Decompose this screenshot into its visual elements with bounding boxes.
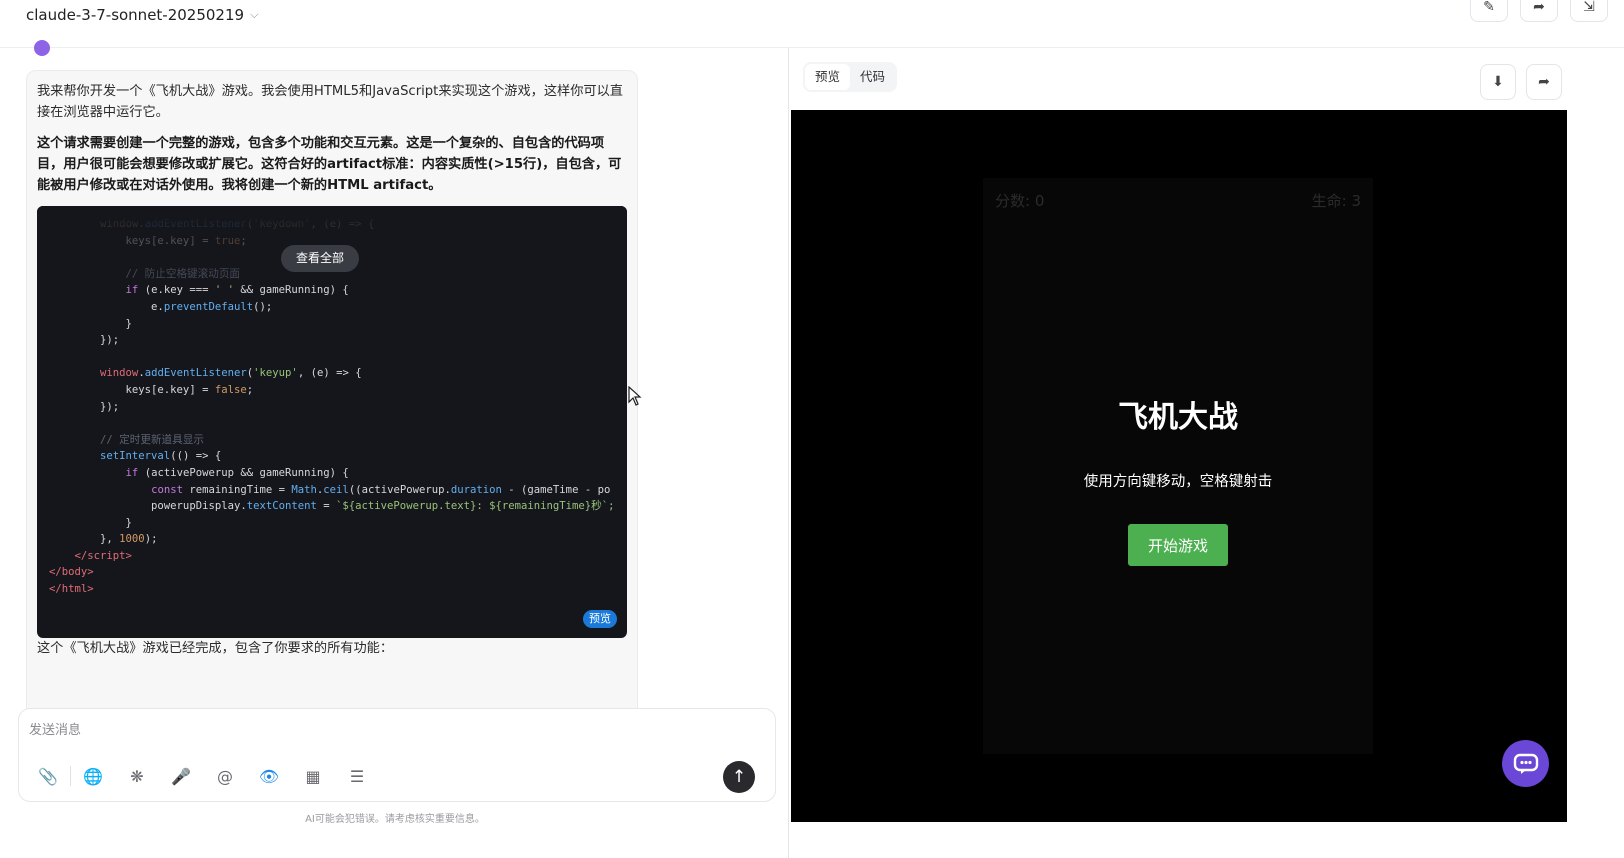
message-intro: 我来帮你开发一个《飞机大战》游戏。我会使用HTML5和JavaScript来实现… [37, 84, 623, 120]
preview-badge[interactable]: 预览 [583, 610, 617, 628]
message-input[interactable] [29, 719, 729, 741]
chevron-down-icon: ⌵ [250, 8, 259, 21]
assistant-avatar [34, 40, 50, 56]
score-display: 分数: 0 [995, 192, 1045, 210]
model-name: claude-3-7-sonnet-20250219 [26, 6, 245, 24]
attachment-icon[interactable]: 📎 [35, 763, 61, 789]
message-after-text: 这个《飞机大战》游戏已经完成，包含了你要求的所有功能： [37, 641, 394, 656]
view-all-button[interactable]: 查看全部 [281, 245, 360, 272]
message-composer: 📎 🌐 ❋ 🎤 @ 👁 ▦ ☰ ↑ [18, 708, 776, 802]
preview-actions: ⬇ ➦ [1480, 64, 1562, 100]
share-icon[interactable]: ➦ [1526, 64, 1562, 100]
chat-icon [1513, 753, 1538, 774]
share-icon[interactable]: ➦ [1520, 0, 1558, 22]
options-icon[interactable]: ☰ [344, 763, 370, 789]
tab-code[interactable]: 代码 [850, 64, 895, 90]
edit-icon[interactable]: ✎ [1470, 0, 1508, 22]
tab-preview[interactable]: 预览 [805, 64, 851, 90]
game-canvas[interactable]: 分数: 0 生命: 3 飞机大战 使用方向键移动，空格键射击 开始游戏 [983, 178, 1373, 754]
preview-tabs: 预览 代码 [803, 62, 898, 92]
assistant-message: 我来帮你开发一个《飞机大战》游戏。我会使用HTML5和JavaScript来实现… [26, 70, 638, 720]
top-actions: ✎ ➦ ⇲ [1470, 0, 1608, 22]
globe-icon[interactable]: 🌐 [80, 763, 106, 789]
message-bold-note: 这个请求需要创建一个完整的游戏，包含多个功能和交互元素。这是一个复杂的、自包含的… [37, 136, 622, 193]
mouse-cursor-icon [628, 386, 642, 406]
disclaimer-text: AI可能会犯错误。请考虑核实重要信息。 [305, 814, 485, 825]
game-title: 飞机大战 [1118, 400, 1238, 435]
brain-icon[interactable]: ❋ [124, 763, 150, 789]
start-game-button[interactable]: 开始游戏 [1128, 524, 1228, 566]
lives-display: 生命: 3 [1311, 192, 1361, 210]
composer-tools: 📎 🌐 ❋ 🎤 @ 👁 ▦ ☰ [35, 763, 370, 789]
model-selector[interactable]: claude-3-7-sonnet-20250219 ⌵ [26, 6, 258, 24]
eye-icon[interactable]: 👁 [256, 763, 282, 789]
collapse-icon[interactable]: ⇲ [1570, 0, 1608, 22]
code-block: window.addEventListener('keydown', (e) =… [37, 206, 627, 638]
download-icon[interactable]: ⬇ [1480, 64, 1516, 100]
top-bar: claude-3-7-sonnet-20250219 ⌵ ✎ ➦ ⇲ [0, 0, 1624, 48]
game-preview: 分数: 0 生命: 3 飞机大战 使用方向键移动，空格键射击 开始游戏 [791, 110, 1567, 822]
at-icon[interactable]: @ [212, 763, 238, 789]
chat-bubble-button[interactable] [1502, 740, 1549, 787]
tool-divider [70, 766, 71, 786]
send-button[interactable]: ↑ [723, 761, 755, 793]
microphone-icon[interactable]: 🎤 [168, 763, 194, 789]
chat-panel: 我来帮你开发一个《飞机大战》游戏。我会使用HTML5和JavaScript来实现… [0, 40, 815, 858]
preview-panel: 预览 代码 ⬇ ➦ 分数: 0 生命: 3 飞机大战 使用方向键移动，空格键射击… [789, 48, 1624, 858]
game-instructions: 使用方向键移动，空格键射击 [1083, 474, 1273, 490]
apps-icon[interactable]: ▦ [300, 763, 326, 789]
